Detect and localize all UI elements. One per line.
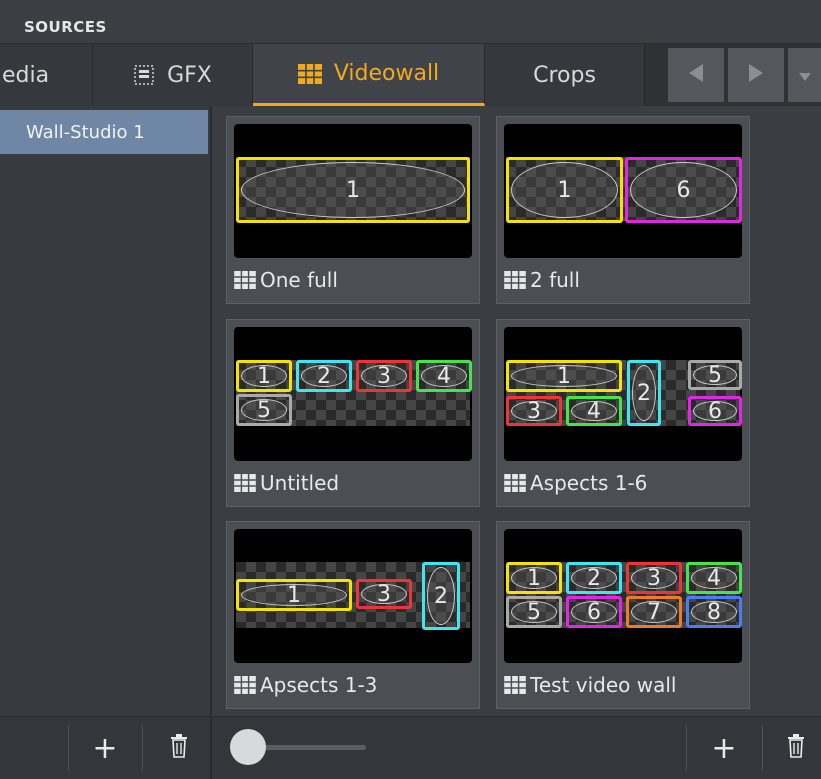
videowall-name: 2 full — [530, 268, 580, 292]
add-wall-button[interactable]: + — [76, 717, 134, 779]
divider — [210, 717, 212, 779]
wall-cell: 6 — [625, 157, 742, 223]
videowall-card[interactable]: 1 3 2 Apsects 1-3 — [226, 521, 480, 709]
chevron-right-icon — [747, 63, 765, 88]
wall-cell: 8 — [686, 596, 742, 628]
wall-cell: 4 — [686, 562, 742, 594]
wall-cell: 1 — [506, 157, 623, 223]
videowall-name: Aspects 1-6 — [530, 471, 648, 495]
videowall-grid-icon — [504, 474, 526, 492]
tab-videowall-label: Videowall — [333, 61, 440, 86]
videowall-preview: 1 3 2 — [234, 529, 472, 663]
divider — [686, 725, 687, 771]
wall-cell: 6 — [566, 596, 622, 628]
wall-cell: 1 — [236, 360, 292, 392]
videowall-card-label: 2 full — [504, 260, 580, 300]
wall-cell: 3 — [506, 396, 562, 426]
wall-cell: 7 — [626, 596, 682, 628]
wall-cell: 1 — [506, 360, 622, 392]
videowall-name: Apsects 1-3 — [260, 673, 378, 697]
wall-cell: 2 — [627, 360, 661, 426]
videowall-card[interactable]: 1 2 3 4 5 6 Aspects 1-6 — [496, 319, 750, 507]
trash-icon — [170, 731, 188, 766]
delete-wall-button[interactable] — [150, 717, 208, 779]
videowall-card-label: Apsects 1-3 — [234, 665, 377, 705]
wall-cell: 1 — [236, 157, 470, 223]
zoom-slider-handle[interactable] — [230, 729, 266, 765]
divider — [762, 725, 763, 771]
tab-menu-button[interactable] — [788, 48, 821, 102]
chevron-down-icon — [798, 63, 812, 87]
wall-cell: 3 — [356, 579, 412, 609]
sources-panel-header: SOURCES — [0, 0, 821, 44]
videowall-card[interactable]: 1 6 2 full — [496, 116, 750, 304]
videowall-card-label: Aspects 1-6 — [504, 463, 647, 503]
divider — [68, 725, 69, 771]
tab-videowall[interactable]: Videowall — [253, 44, 485, 106]
tab-media[interactable]: edia — [0, 44, 93, 106]
videowall-card[interactable]: 1 2 3 4 5 Untitled — [226, 319, 480, 507]
videowall-preview: 1 2 3 4 5 6 — [504, 327, 742, 461]
plus-icon: + — [711, 730, 737, 766]
videowall-grid-icon — [234, 474, 256, 492]
tab-scroll-right-button[interactable] — [728, 48, 784, 102]
chevron-left-icon — [687, 63, 705, 88]
divider — [142, 725, 143, 771]
wall-cell: 3 — [626, 562, 682, 594]
videowall-grid-icon — [504, 676, 526, 694]
videowall-name: One full — [260, 268, 338, 292]
wall-cell: 2 — [296, 360, 352, 392]
tab-gfx-label: GFX — [167, 62, 212, 88]
trash-icon — [787, 731, 805, 766]
tab-gfx[interactable]: GFX — [93, 44, 253, 106]
tab-crops[interactable]: Crops — [485, 44, 645, 106]
videowall-grid-icon — [297, 63, 322, 84]
wall-cell: 4 — [566, 396, 622, 426]
wall-list-item-label: Wall-Studio 1 — [26, 121, 145, 143]
tab-media-label: edia — [2, 62, 50, 88]
videowall-grid-icon — [504, 271, 526, 289]
wall-cell: 5 — [506, 596, 562, 628]
delete-preset-button[interactable] — [770, 717, 821, 779]
tab-crops-label: Crops — [533, 62, 596, 88]
videowall-card-label: Untitled — [234, 463, 339, 503]
videowall-grid: 1 One full 1 6 2 full 1 2 3 4 5 Untitled… — [214, 106, 821, 716]
videowall-preview: 1 — [234, 124, 472, 258]
wall-cell: 2 — [422, 562, 460, 630]
videowall-preview: 1 6 — [504, 124, 742, 258]
panel-title: SOURCES — [24, 18, 107, 36]
videowall-card-label: Test video wall — [504, 665, 676, 705]
tab-scroll-left-button[interactable] — [668, 48, 724, 102]
wall-cell: 6 — [688, 396, 742, 426]
wall-cell: 5 — [236, 394, 292, 426]
bottom-toolbar: + + — [0, 716, 821, 779]
videowall-preview: 1 2 3 4 5 6 7 8 — [504, 529, 742, 663]
wall-cell: 1 — [236, 579, 352, 611]
gfx-icon — [133, 64, 155, 86]
wall-list-item[interactable]: Wall-Studio 1 — [0, 110, 208, 154]
wall-cell: 4 — [416, 360, 472, 392]
videowall-name: Test video wall — [530, 673, 677, 697]
wall-cell: 1 — [506, 562, 562, 594]
wall-list-panel: Wall-Studio 1 — [0, 106, 212, 716]
videowall-grid-icon — [234, 676, 256, 694]
videowall-grid-icon — [234, 271, 256, 289]
wall-cell: 3 — [356, 360, 412, 392]
add-preset-button[interactable]: + — [694, 717, 754, 779]
plus-icon: + — [92, 730, 118, 766]
source-tabs: edia GFX Videowall Crops — [0, 44, 821, 106]
videowall-card-label: One full — [234, 260, 338, 300]
wall-cell: 5 — [688, 360, 742, 390]
wall-cell: 2 — [566, 562, 622, 594]
videowall-card[interactable]: 1 One full — [226, 116, 480, 304]
videowall-preview: 1 2 3 4 5 — [234, 327, 472, 461]
videowall-card[interactable]: 1 2 3 4 5 6 7 8 Test video wall — [496, 521, 750, 709]
videowall-name: Untitled — [260, 471, 340, 495]
